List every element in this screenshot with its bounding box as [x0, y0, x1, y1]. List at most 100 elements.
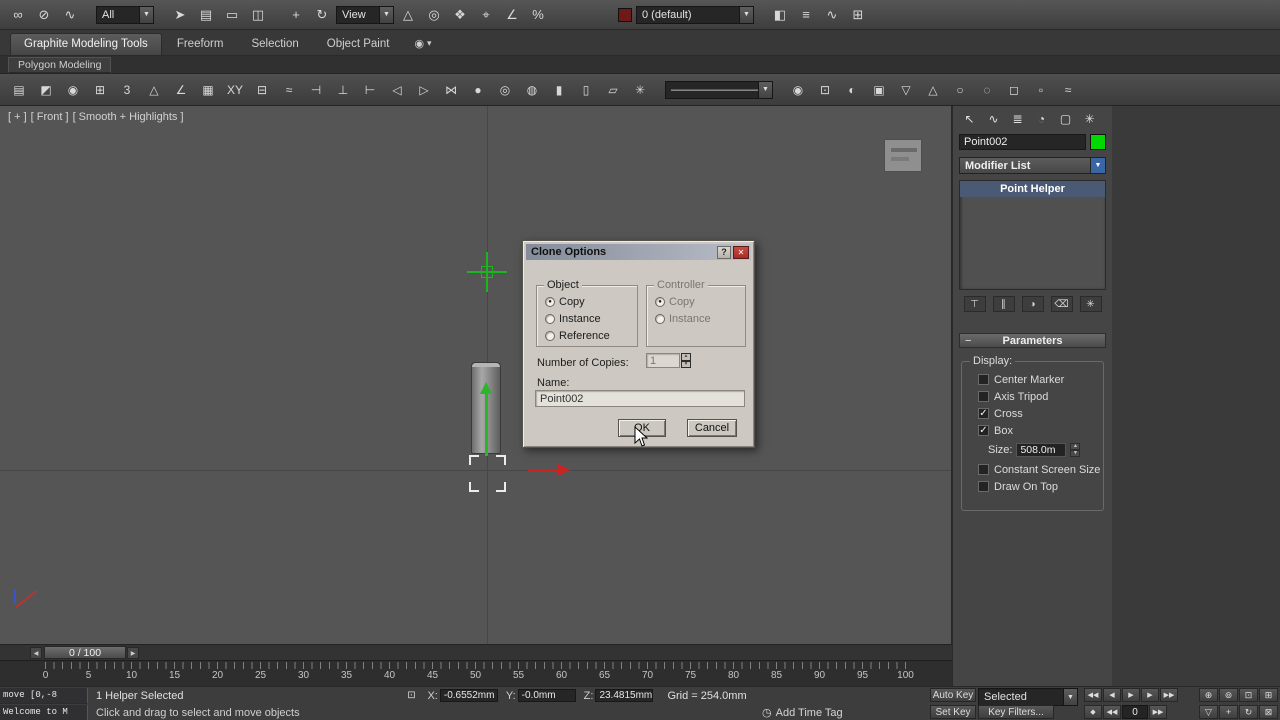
teapot-primitive-icon[interactable]: ◍ [519, 78, 545, 102]
radio-button[interactable] [545, 313, 555, 324]
zoom-all-icon[interactable]: ⊚ [1219, 688, 1238, 702]
percent-snap-toggle-icon[interactable]: % [526, 4, 550, 26]
time-slider-track[interactable]: ◀ 0 / 100 ▶ [0, 644, 952, 660]
viewport-front[interactable]: [ + ] [ Front ] [ Smooth + Highlights ] [0, 106, 952, 644]
dialog-title-bar[interactable]: Clone Options ? ✕ [526, 244, 751, 260]
mirror-icon[interactable]: ◧ [768, 4, 792, 26]
modeling-mode-icon[interactable]: ▤ [6, 78, 32, 102]
select-and-link-icon[interactable]: ∞ [6, 4, 30, 26]
select-and-manipulate-icon[interactable]: ❖ [448, 4, 472, 26]
object-color-swatch[interactable] [1090, 134, 1106, 150]
number-of-copies-field[interactable]: 1 [646, 353, 680, 368]
select-object-icon[interactable]: ➤ [168, 4, 192, 26]
ribbon-options-icon[interactable]: ◉ [414, 37, 424, 50]
ring-select-icon[interactable]: ▷ [411, 78, 437, 102]
viewport-menu-view[interactable]: [ Front ] [31, 111, 69, 123]
next-frame-icon[interactable]: ▶ [1141, 688, 1159, 702]
plane-primitive-icon[interactable]: ▱ [600, 78, 626, 102]
panel-tab-polygon-modeling[interactable]: Polygon Modeling [8, 56, 112, 73]
select-and-scale-icon[interactable]: △ [396, 4, 420, 26]
rectangular-selection-region-icon[interactable]: ▭ [220, 4, 244, 26]
bind-to-space-warp-icon[interactable]: ∿ [58, 4, 82, 26]
chevron-down-icon[interactable]: ▼ [1063, 689, 1077, 705]
radio-button[interactable]: ● [655, 296, 665, 307]
maxscript-listener-line[interactable]: Welcome to M [0, 704, 88, 720]
add-time-tag[interactable]: ◷ Add Time Tag [762, 706, 843, 720]
previous-frame-icon[interactable]: ◀ [1103, 688, 1121, 702]
distance-connect-icon[interactable]: ⋈ [438, 78, 464, 102]
clone-name-input[interactable]: Point002 [535, 390, 745, 407]
coord-z-field[interactable]: 23.4815mm [595, 689, 654, 702]
soft-selection-icon[interactable]: ◐ [839, 78, 865, 102]
select-by-name-icon[interactable]: ▤ [194, 4, 218, 26]
radio-row-instance[interactable]: Instance [647, 310, 745, 327]
radio-row-instance[interactable]: Instance [537, 310, 637, 327]
time-slider-prev-icon[interactable]: ◀ [30, 647, 42, 659]
preset-dropdown[interactable]: ————————— ▼ [665, 80, 773, 99]
pin-stack-icon[interactable]: ⊤ [963, 296, 986, 312]
close-icon[interactable]: ✕ [733, 245, 749, 259]
set-key-button[interactable]: Set Key [930, 705, 976, 719]
scene-object-box[interactable] [884, 139, 922, 172]
point-helper-clone[interactable] [467, 252, 507, 292]
configure-modifier-sets-icon[interactable]: ✳ [1079, 296, 1102, 312]
chevron-down-icon[interactable]: ▼ [139, 6, 153, 23]
object-name-field[interactable]: Point002 [959, 134, 1086, 150]
sphere-primitive-icon[interactable]: ● [465, 78, 491, 102]
align-bottom-icon[interactable]: ⊥ [330, 78, 356, 102]
checkbox[interactable]: ✓ [978, 408, 989, 419]
hierarchy-tab-icon[interactable]: ≣ [1007, 109, 1028, 129]
symmetry-tool-icon[interactable]: △ [141, 78, 167, 102]
move-gizmo-y-axis[interactable] [485, 394, 488, 456]
move-gizmo-x-axis[interactable] [528, 469, 558, 472]
window-crossing-toggle-icon[interactable]: ◫ [246, 4, 270, 26]
copies-spinner[interactable]: ▲ ▼ [681, 353, 691, 368]
schematic-view-icon[interactable]: ⊞ [846, 4, 870, 26]
radio-row-copy[interactable]: ● Copy [537, 293, 637, 310]
parameters-rollout-header[interactable]: − Parameters [959, 333, 1106, 348]
unlink-selection-icon[interactable]: ⊘ [32, 4, 56, 26]
ribbon-tab-object-paint[interactable]: Object Paint [314, 34, 403, 55]
collapse-icon[interactable]: − [965, 335, 971, 347]
auto-key-button[interactable]: Auto Key [930, 688, 976, 702]
inset-faces-icon[interactable]: ▫ [1028, 78, 1054, 102]
current-frame-field[interactable]: 0 [1122, 705, 1148, 719]
selection-lock-icon[interactable]: ⊡ [403, 689, 419, 703]
use-pivot-point-center-icon[interactable]: ◎ [422, 4, 446, 26]
checkbox[interactable] [978, 391, 989, 402]
chevron-down-icon[interactable]: ▼ [739, 6, 753, 23]
edge-ring-icon[interactable]: ◌ [974, 78, 1000, 102]
track-bar-ruler[interactable]: 0 5 10 15 20 25 30 35 40 45 50 55 60 65 70 75 80 85 90 95 10… [0, 660, 952, 686]
orbit-viewport-icon[interactable]: ↻ [1239, 705, 1258, 719]
next-key-icon[interactable]: ▶▶ [1149, 705, 1167, 719]
loop-select-icon[interactable]: ◁ [384, 78, 410, 102]
grow-selection-icon[interactable]: △ [920, 78, 946, 102]
modify-tab-icon[interactable]: ∿ [983, 109, 1004, 129]
radio-row-copy[interactable]: ● Copy [647, 293, 745, 310]
go-to-end-icon[interactable]: ▶▶ [1160, 688, 1178, 702]
size-field[interactable]: 508.0m [1016, 443, 1067, 457]
generate-topology-icon[interactable]: 3 [114, 78, 140, 102]
grid-align-icon[interactable]: ⊟ [249, 78, 275, 102]
key-filters-button[interactable]: Key Filters... [978, 705, 1054, 719]
checkbox-row-center-marker[interactable]: Center Marker [966, 371, 1099, 388]
reference-coordinate-dropdown[interactable]: View ▼ [336, 5, 394, 24]
zoom-icon[interactable]: ⊕ [1199, 688, 1218, 702]
snaps-toggle-icon[interactable]: ⌖ [474, 4, 498, 26]
align-icon[interactable]: ≡ [794, 4, 818, 26]
selection-filter-dropdown[interactable]: All ▼ [96, 5, 154, 24]
radio-button[interactable] [545, 330, 555, 341]
checkbox-row-cross[interactable]: ✓ Cross [966, 405, 1099, 422]
chevron-down-icon[interactable]: ▼ [379, 6, 393, 23]
coord-x-field[interactable]: -0.6552mm [439, 689, 498, 702]
checkbox-row-draw-on-top[interactable]: Draw On Top [966, 478, 1099, 495]
relax-tool-icon[interactable]: ≈ [276, 78, 302, 102]
remove-modifier-icon[interactable]: ⌫ [1050, 296, 1073, 312]
angle-constraint-icon[interactable]: ∠ [168, 78, 194, 102]
isolate-selection-icon[interactable]: ◉ [785, 78, 811, 102]
use-nurms-icon[interactable]: ◉ [60, 78, 86, 102]
radio-button[interactable]: ● [545, 296, 555, 307]
ribbon-tab-selection[interactable]: Selection [238, 34, 311, 55]
create-tab-icon[interactable]: ↖ [959, 109, 980, 129]
modifier-stack[interactable]: Point Helper [959, 180, 1106, 290]
